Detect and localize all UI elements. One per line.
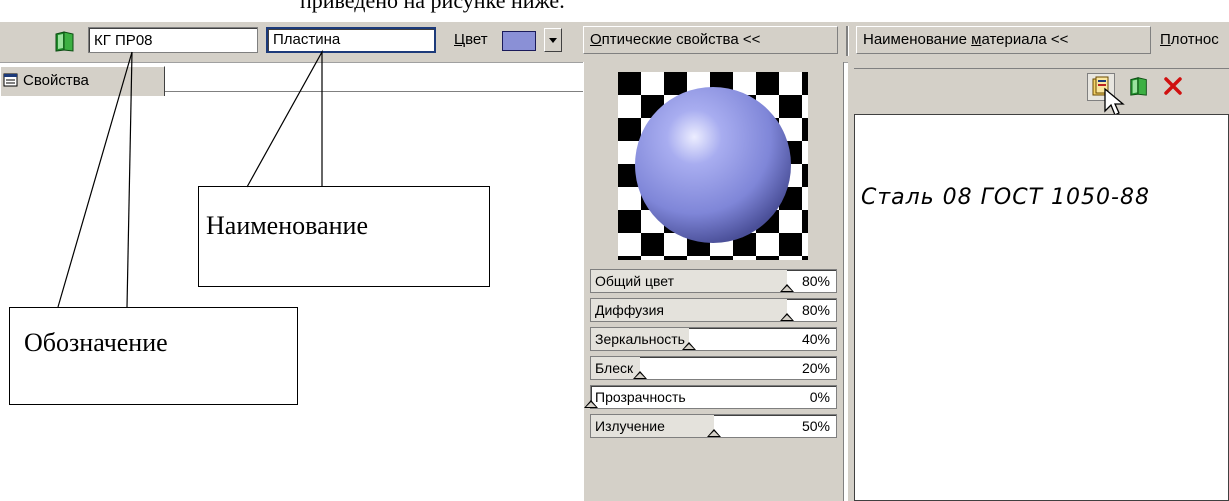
color-dropdown-button[interactable] — [544, 28, 562, 52]
slider-label: Прозрачность — [595, 389, 686, 405]
slider-thumb[interactable] — [584, 400, 598, 408]
material-name-button[interactable]: Наименование материала << — [856, 26, 1151, 54]
slider-label: Блеск — [595, 360, 634, 376]
properties-icon — [3, 73, 18, 87]
slider-5[interactable]: Излучение 50% — [590, 414, 837, 438]
material-name-text: Сталь 08 ГОСТ 1050-88 — [861, 185, 1150, 210]
slider-thumb[interactable] — [633, 371, 647, 379]
designation-input[interactable]: КГ ПР08 — [88, 27, 258, 53]
slider-3[interactable]: Блеск 20% — [590, 356, 837, 380]
slider-value: 40% — [801, 331, 830, 347]
slider-label: Диффузия — [595, 302, 665, 318]
book-icon[interactable] — [1126, 73, 1152, 99]
slider-2[interactable]: Зеркальность 40% — [590, 327, 837, 351]
slider-0[interactable]: Общий цвет 80% — [590, 269, 837, 293]
slider-thumb[interactable] — [780, 284, 794, 292]
tab-baseline — [165, 91, 585, 92]
material-toolbar — [854, 68, 1229, 116]
color-swatch[interactable] — [502, 31, 536, 51]
document-caption: приведено на рисунке ниже. — [300, 0, 565, 13]
slider-label: Излучение — [595, 418, 665, 434]
material-panel: Сталь 08 ГОСТ 1050-88 — [848, 62, 1229, 501]
callout-name-label: Наименование — [206, 211, 368, 240]
slider-thumb[interactable] — [780, 313, 794, 321]
properties-toolbar: КГ ПР08 Пластина Цвет Оптические свойств… — [0, 22, 1229, 63]
optical-properties-button[interactable]: Оптические свойства << — [583, 26, 838, 54]
delete-icon[interactable] — [1160, 73, 1186, 99]
density-button[interactable]: Плотнос — [1160, 27, 1219, 53]
slider-4[interactable]: Прозрачность 0% — [584, 385, 837, 409]
tab-properties[interactable]: Свойства — [0, 66, 165, 96]
slider-label: Зеркальность — [595, 331, 685, 347]
book-icon[interactable] — [52, 28, 78, 54]
slider-value: 50% — [801, 418, 830, 434]
color-label: Цвет — [454, 31, 488, 48]
slider-value: 80% — [801, 302, 830, 318]
slider-thumb[interactable] — [682, 342, 696, 350]
tab-bar: Свойства — [0, 62, 590, 96]
toolbar-separator — [846, 26, 849, 56]
material-list[interactable]: Сталь 08 ГОСТ 1050-88 — [854, 114, 1229, 501]
slider-label: Общий цвет — [595, 273, 674, 289]
slider-1[interactable]: Диффузия 80% — [590, 298, 837, 322]
callout-designation: Обозначение — [9, 307, 298, 405]
slider-value: 80% — [801, 273, 830, 289]
callout-designation-label: Обозначение — [24, 328, 168, 357]
optical-properties-panel: Общий цвет 80% Диффузия 80% Зеркальность 40% Б… — [583, 62, 844, 501]
tab-properties-label: Свойства — [23, 72, 89, 89]
slider-thumb[interactable] — [706, 429, 721, 437]
material-preview — [618, 72, 808, 260]
callout-name: Наименование — [198, 186, 490, 287]
name-input[interactable]: Пластина — [266, 27, 436, 53]
slider-value: 20% — [801, 360, 830, 376]
slider-value: 0% — [809, 389, 830, 405]
